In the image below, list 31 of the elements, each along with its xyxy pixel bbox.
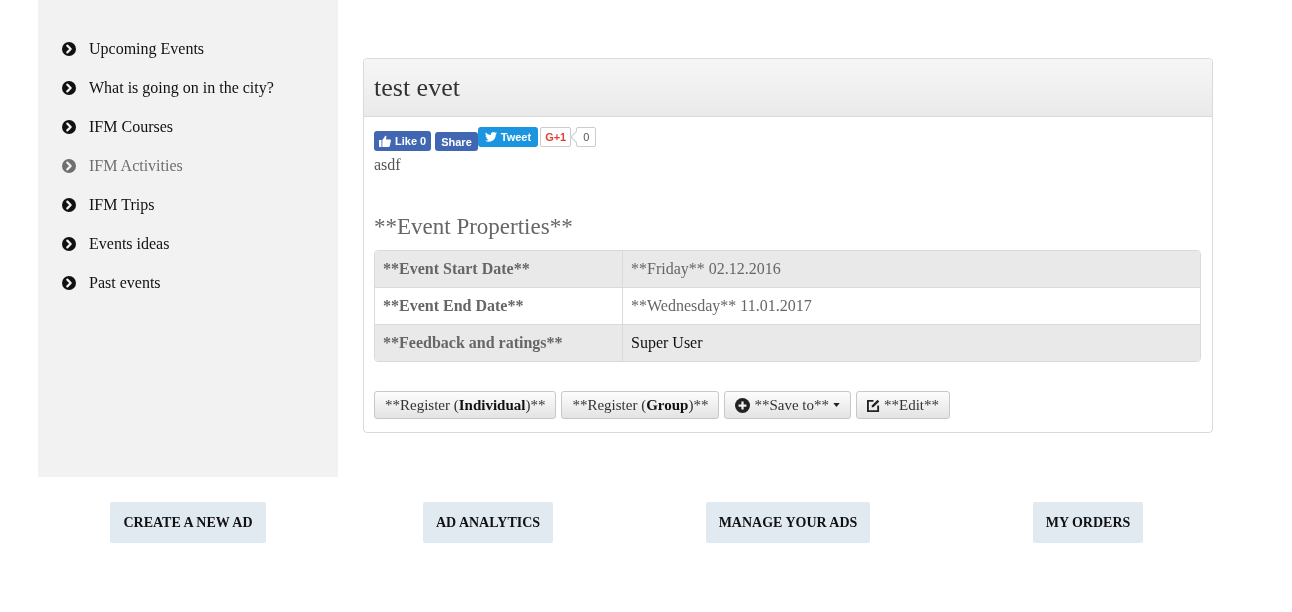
share-count: 0 [571, 127, 597, 147]
like-button[interactable]: Like 0 [374, 131, 432, 151]
thumbs-up-icon [379, 135, 391, 147]
action-button[interactable]: **Register (Group)** [561, 391, 720, 419]
sidebar-link[interactable]: IFM Courses [38, 107, 173, 146]
sidebar-link[interactable]: What is going on in the city? [38, 68, 274, 107]
event-description: asdf [374, 155, 402, 175]
sidebar-link[interactable]: Upcoming Events [38, 29, 205, 68]
footer-button[interactable]: MANAGE YOUR ADS [705, 502, 871, 543]
property-value: **Friday** 02.12.2016 [630, 259, 782, 280]
event-title: test evet [374, 72, 460, 103]
footer-button[interactable]: MY ORDERS [1032, 502, 1144, 543]
action-button[interactable]: **Save to** [724, 391, 851, 419]
property-value: Super User [630, 333, 704, 354]
plus-circle-icon [735, 397, 751, 413]
sidebar-link[interactable]: IFM Trips [38, 185, 155, 224]
sidebar-link[interactable]: Events ideas [38, 224, 170, 263]
caret-icon [833, 403, 840, 407]
footer-button[interactable]: AD ANALYTICS [422, 502, 554, 543]
plus-one-button[interactable]: G+1 [540, 127, 572, 147]
action-button[interactable]: **Register (Individual)** [374, 391, 557, 419]
property-name: **Feedback and ratings** [375, 325, 623, 361]
sidebar-link[interactable]: Past events [38, 263, 161, 302]
bird-icon [484, 132, 497, 142]
section-heading: **Event Properties** [374, 213, 574, 241]
edit-icon [867, 398, 880, 412]
property-value: **Wednesday** 11.01.2017 [630, 296, 813, 317]
footer-button[interactable]: CREATE A NEW AD [110, 502, 266, 543]
sidebar-link[interactable]: IFM Activities [38, 146, 183, 185]
share-button[interactable]: Share [435, 132, 478, 151]
action-button[interactable]: **Edit** [856, 391, 950, 419]
